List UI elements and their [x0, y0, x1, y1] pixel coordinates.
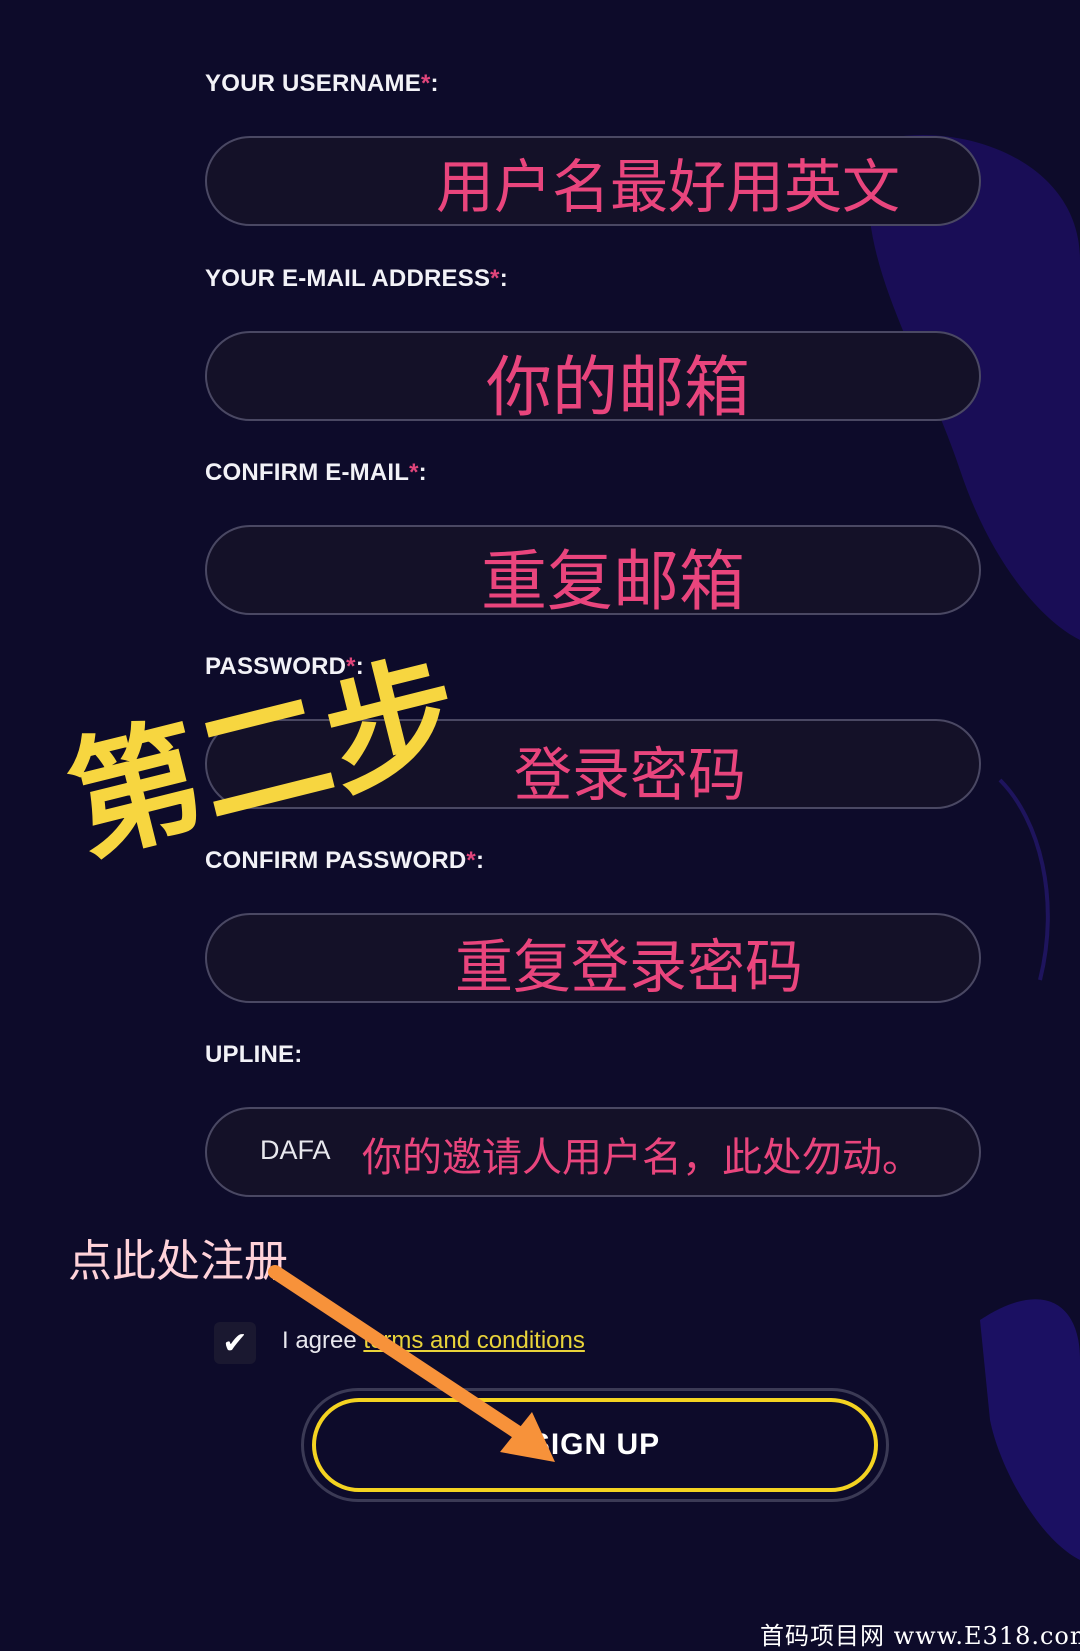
required-mark: * [466, 847, 476, 874]
username-annotation: 用户名最好用英文 [436, 153, 901, 221]
password-annotation: 登录密码 [514, 741, 747, 809]
checkmark-icon: ✔ [222, 1326, 248, 1360]
upline-label-text: UPLINE [205, 1041, 295, 1068]
agree-text: I agree terms and conditions [282, 1327, 585, 1355]
label-colon: : [499, 265, 508, 292]
confirm-password-label-text: CONFIRM PASSWORD [205, 847, 467, 874]
confirm-email-annotation: 重复邮箱 [481, 543, 745, 620]
email-label: YOUR E-MAIL ADDRESS*: [205, 265, 508, 293]
confirm-password-annotation: 重复登录密码 [455, 933, 804, 1001]
upline-annotation: 你的邀请人用户名，此处勿动。 [362, 1135, 922, 1181]
required-mark: * [409, 459, 419, 486]
confirm-password-label: CONFIRM PASSWORD*: [205, 847, 484, 875]
signup-button[interactable]: SIGN UP [312, 1398, 878, 1492]
email-label-text: YOUR E-MAIL ADDRESS [205, 265, 491, 292]
label-colon: : [294, 1041, 303, 1068]
agree-prefix: I agree [282, 1327, 357, 1354]
agree-checkbox[interactable]: ✔ [214, 1322, 256, 1364]
label-colon: : [418, 459, 427, 486]
upline-value: DAFA [260, 1135, 331, 1165]
confirm-email-label: CONFIRM E-MAIL*: [205, 459, 427, 487]
confirm-email-label-text: CONFIRM E-MAIL [205, 459, 410, 486]
username-label-text: YOUR USERNAME [205, 70, 421, 97]
username-label: YOUR USERNAME*: [205, 70, 439, 98]
email-annotation: 你的邮箱 [486, 349, 750, 426]
label-colon: : [475, 847, 485, 874]
step-annotation: 第二步 [54, 636, 476, 882]
required-mark: * [420, 70, 431, 97]
click-hint-annotation: 点此处注册 [68, 1236, 288, 1287]
upline-label: UPLINE: [205, 1041, 302, 1069]
label-colon: : [430, 70, 439, 97]
required-mark: * [490, 265, 500, 292]
terms-link[interactable]: terms and conditions [363, 1327, 584, 1354]
